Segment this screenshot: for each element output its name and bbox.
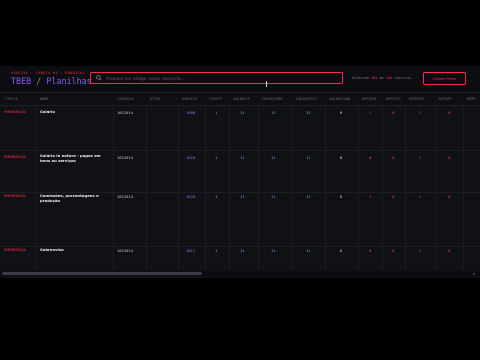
col-header[interactable]: TIPO/E <box>5 97 18 101</box>
table-header: TIPO/E NOME VIGÊNCIA ATIVO RUBRICA TIPOC… <box>0 93 480 106</box>
cell-nome: Salário <box>40 109 55 114</box>
brand-sub-right: RUBRICAS <box>65 71 85 75</box>
cell-repprev: 1 <box>419 110 422 115</box>
cell-repirrf: 1 <box>369 194 372 199</box>
results-shown: 104 <box>370 76 378 80</box>
cell-repgrf: 0 <box>448 110 451 115</box>
table-row[interactable]: REMUNERAÇÃO Comissões, porcentagens e pr… <box>0 193 480 247</box>
cell-codincirrf: 11 <box>271 248 276 253</box>
cell-codincirrf: 11 <box>271 155 276 160</box>
brand-sub-left: ESOCIAL <box>11 71 29 75</box>
cell-codincirrf: 11 <box>271 194 276 199</box>
cell-codincfgts: 11 <box>306 110 311 115</box>
top-bar: ESOCIAL · TABELA 03 · RUBRICAS TBEB / Pl… <box>0 66 480 93</box>
cell-vigencia: 1012014 <box>117 194 134 199</box>
cell-codinccp: 11 <box>240 194 245 199</box>
col-header[interactable]: CODINCIRRF <box>262 97 283 101</box>
table-row[interactable]: REMUNERAÇÃO Salário in natura - pagos em… <box>0 151 480 193</box>
cell-tipocp: 1 <box>215 110 218 115</box>
title-left: TBEB <box>11 76 32 86</box>
col-header[interactable]: REPR <box>467 97 475 101</box>
col-header[interactable]: NOME <box>40 97 48 101</box>
cell-repprev: 1 <box>419 194 422 199</box>
cell-codincfgts: 11 <box>306 155 311 160</box>
col-header[interactable]: CODINCSIND <box>329 97 350 101</box>
results-total: 104 <box>385 76 393 80</box>
cell-repgrf: 0 <box>448 194 451 199</box>
cell-tipocp: 1 <box>215 155 218 160</box>
cell-tipo: REMUNERAÇÃO <box>4 194 26 198</box>
cell-repgrf: 0 <box>448 248 451 253</box>
cell-vigencia: 1012014 <box>117 155 134 160</box>
cell-tipocp: 1 <box>215 248 218 253</box>
cell-vigencia: 1012014 <box>117 110 134 115</box>
cell-rubrica: 1000 <box>186 110 196 115</box>
col-header[interactable]: REPPREV <box>409 97 424 101</box>
cell-codinccp: 11 <box>240 248 245 253</box>
cell-codincsind: 0 <box>340 155 343 160</box>
col-header[interactable]: REPIRRF <box>362 97 377 101</box>
cell-repfgts: 0 <box>392 248 395 253</box>
brand-sub-mid: TABELA 03 <box>35 71 58 75</box>
text-cursor-icon <box>266 81 267 87</box>
cell-tipocp: 1 <box>215 194 218 199</box>
cell-codinccp: 11 <box>240 110 245 115</box>
cell-rubrica: 1010 <box>186 155 196 160</box>
cell-nome: Comissões, porcentagens e produção <box>40 193 99 204</box>
table-row[interactable]: REMUNERAÇÃO Salário 1012014 1000 1 11 11… <box>0 106 480 151</box>
cell-tipo: REMUNERAÇÃO <box>4 110 26 114</box>
cell-repgrf: 0 <box>448 155 451 160</box>
clear-filters-button[interactable]: Limpar filtros <box>423 72 466 85</box>
cell-codincsind: 0 <box>340 110 343 115</box>
cell-rubrica: 1011 <box>186 248 196 253</box>
title-right: Planilhas <box>46 76 92 86</box>
cell-repfgts: 0 <box>392 155 395 160</box>
col-header[interactable]: RUBRICA <box>182 97 197 101</box>
results-count: Exibindo 104 de 104 rubricas <box>352 76 412 80</box>
cell-tipo: REMUNERAÇÃO <box>4 155 26 159</box>
cell-codincfgts: 11 <box>306 194 311 199</box>
col-header[interactable]: REPFGTS <box>386 97 401 101</box>
col-header[interactable]: VIGÊNCIA <box>117 97 134 101</box>
brand-subtitle: ESOCIAL · TABELA 03 · RUBRICAS <box>11 71 85 75</box>
search-icon <box>96 75 102 82</box>
table-row[interactable]: REMUNERAÇÃO Sobreaviso 1012014 1011 1 11… <box>0 247 480 270</box>
brand: ESOCIAL · TABELA 03 · RUBRICAS TBEB / Pl… <box>11 71 92 86</box>
col-header[interactable]: REPGRF <box>439 97 452 101</box>
scroll-right-icon[interactable]: ▸ <box>473 271 475 276</box>
horizontal-scrollbar[interactable]: ▸ <box>0 271 480 276</box>
cell-repirrf: 0 <box>369 155 372 160</box>
col-header[interactable]: CODINCCP <box>233 97 250 101</box>
cell-repirrf: 0 <box>369 248 372 253</box>
page-title: TBEB / Planilhas <box>11 76 92 86</box>
cell-repfgts: 0 <box>392 194 395 199</box>
app-window: ESOCIAL · TABELA 03 · RUBRICAS TBEB / Pl… <box>0 66 480 278</box>
cell-nome: Salário in natura - pagos em bens ou ser… <box>40 153 101 164</box>
cell-repirrf: 1 <box>369 110 372 115</box>
search-box[interactable] <box>90 72 343 84</box>
cell-codincsind: 0 <box>340 194 343 199</box>
cell-codincsind: 0 <box>340 248 343 253</box>
cell-rubrica: 1020 <box>186 194 196 199</box>
cell-tipo: REMUNERAÇÃO <box>4 248 26 252</box>
col-header[interactable]: TIPOCP <box>209 97 222 101</box>
cell-vigencia: 1012014 <box>117 248 134 253</box>
cell-codinccp: 11 <box>240 155 245 160</box>
scrollbar-thumb[interactable] <box>2 272 202 275</box>
title-separator: / <box>36 76 42 86</box>
cell-codincfgts: 11 <box>306 248 311 253</box>
cell-repfgts: 0 <box>392 110 395 115</box>
col-header[interactable]: CODINCFGTS <box>296 97 317 101</box>
cell-codincirrf: 11 <box>271 110 276 115</box>
cell-repprev: 1 <box>419 155 422 160</box>
search-input[interactable] <box>106 73 336 83</box>
cell-repprev: 1 <box>419 248 422 253</box>
col-header[interactable]: ATIVO <box>150 97 161 101</box>
cell-nome: Sobreaviso <box>40 247 64 252</box>
